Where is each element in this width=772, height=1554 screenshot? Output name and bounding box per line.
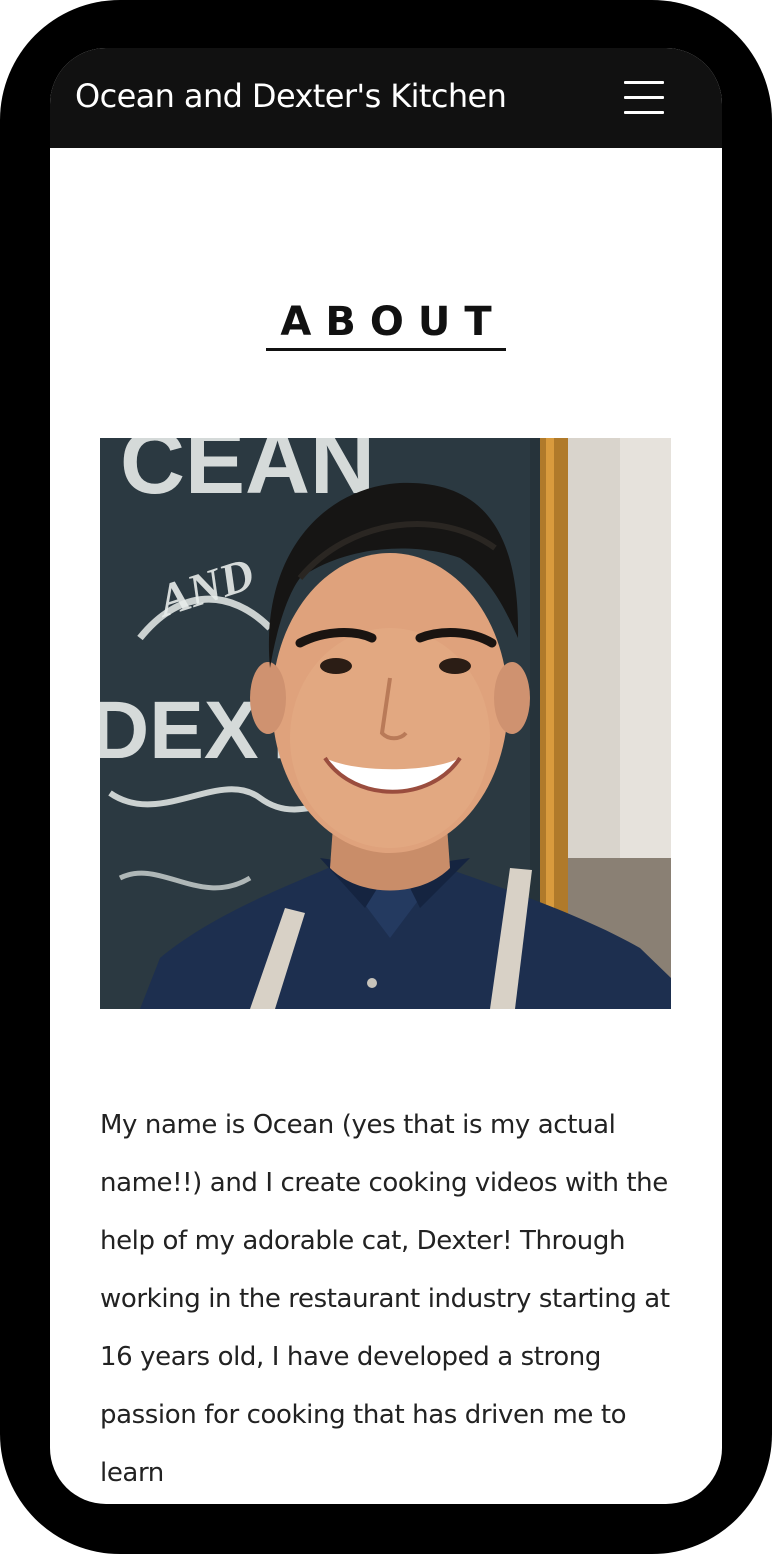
- menu-button[interactable]: [618, 76, 670, 120]
- phone-frame: Ocean and Dexter's Kitchen ABOUT CEAN AN…: [0, 0, 772, 1554]
- about-heading: ABOUT: [50, 296, 722, 351]
- phone-screen: Ocean and Dexter's Kitchen ABOUT CEAN AN…: [50, 48, 722, 1504]
- about-bio-text: My name is Ocean (yes that is my actual …: [100, 1110, 670, 1488]
- site-title[interactable]: Ocean and Dexter's Kitchen: [75, 74, 507, 118]
- portrait-image: CEAN AND DEXT: [100, 438, 671, 1009]
- site-header: Ocean and Dexter's Kitchen: [50, 48, 722, 148]
- chalkboard-text-1: CEAN: [120, 438, 375, 513]
